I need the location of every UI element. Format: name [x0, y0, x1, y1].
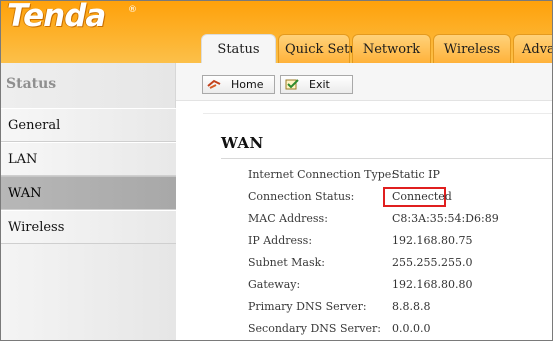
exit-icon — [285, 79, 299, 90]
tab-status[interactable]: Status — [201, 34, 276, 63]
row-value: 8.8.8.8 — [392, 300, 431, 313]
row-value: 192.168.80.80 — [392, 278, 473, 291]
row-value: 0.0.0.0 — [392, 322, 431, 335]
info-row-connection-type: Internet Connection Type: Static IP — [248, 164, 548, 186]
header-banner: Tenda ® Status Quick Setup Network Wirel… — [1, 0, 552, 63]
divider — [221, 158, 552, 159]
tab-advanced[interactable]: Adva — [513, 34, 552, 63]
tab-quick-setup[interactable]: Quick Setup — [278, 34, 366, 63]
main-tabs: Status Quick Setup Network Wireless Adva — [201, 34, 552, 63]
row-label: Primary DNS Server: — [248, 300, 367, 313]
exit-button[interactable]: Exit — [280, 75, 353, 94]
main-panel: Home Exit WAN Internet Connection Type: … — [176, 63, 552, 340]
wan-panel: WAN Internet Connection Type: Static IP … — [203, 113, 552, 340]
info-row-primary-dns: Primary DNS Server: 8.8.8.8 — [248, 296, 548, 318]
row-value: Static IP — [392, 168, 440, 181]
connection-status-value: Connected — [392, 190, 452, 203]
info-row-gateway: Gateway: 192.168.80.80 — [248, 274, 548, 296]
home-label: Home — [231, 78, 264, 91]
row-label: MAC Address: — [248, 212, 328, 225]
registered-mark: ® — [128, 5, 137, 15]
exit-label: Exit — [309, 78, 330, 91]
section-title: WAN — [221, 134, 264, 152]
sidebar-item-general[interactable]: General — [1, 108, 176, 142]
row-value: 255.255.255.0 — [392, 256, 473, 269]
row-value: 192.168.80.75 — [392, 234, 473, 247]
sidebar-item-wan[interactable]: WAN — [1, 176, 176, 210]
info-row-connection-status: Connection Status: Connected — [248, 186, 548, 208]
row-label: Internet Connection Type: — [248, 168, 395, 181]
row-label: IP Address: — [248, 234, 313, 247]
home-icon — [207, 79, 221, 89]
info-row-secondary-dns: Secondary DNS Server: 0.0.0.0 — [248, 318, 548, 340]
row-label: Secondary DNS Server: — [248, 322, 381, 335]
router-admin-window: Tenda ® Status Quick Setup Network Wirel… — [0, 0, 553, 341]
row-label: Connection Status: — [248, 190, 355, 203]
sidebar-title: Status — [6, 76, 57, 92]
info-row-ip-address: IP Address: 192.168.80.75 — [248, 230, 548, 252]
toolbar: Home Exit — [176, 63, 552, 101]
sidebar-item-lan[interactable]: LAN — [1, 142, 176, 176]
row-value: C8:3A:35:54:D6:89 — [392, 212, 499, 225]
tenda-logo: Tenda — [7, 0, 106, 34]
tab-network[interactable]: Network — [352, 34, 431, 63]
sidebar: Status General LAN WAN Wireless — [1, 63, 176, 340]
row-label: Subnet Mask: — [248, 256, 326, 269]
info-row-subnet-mask: Subnet Mask: 255.255.255.0 — [248, 252, 548, 274]
row-label: Gateway: — [248, 278, 301, 291]
sidebar-item-wireless[interactable]: Wireless — [1, 210, 176, 244]
tab-wireless[interactable]: Wireless — [433, 34, 511, 63]
sidebar-empty-area — [1, 244, 176, 340]
info-row-mac-address: MAC Address: C8:3A:35:54:D6:89 — [248, 208, 548, 230]
home-button[interactable]: Home — [202, 75, 275, 94]
